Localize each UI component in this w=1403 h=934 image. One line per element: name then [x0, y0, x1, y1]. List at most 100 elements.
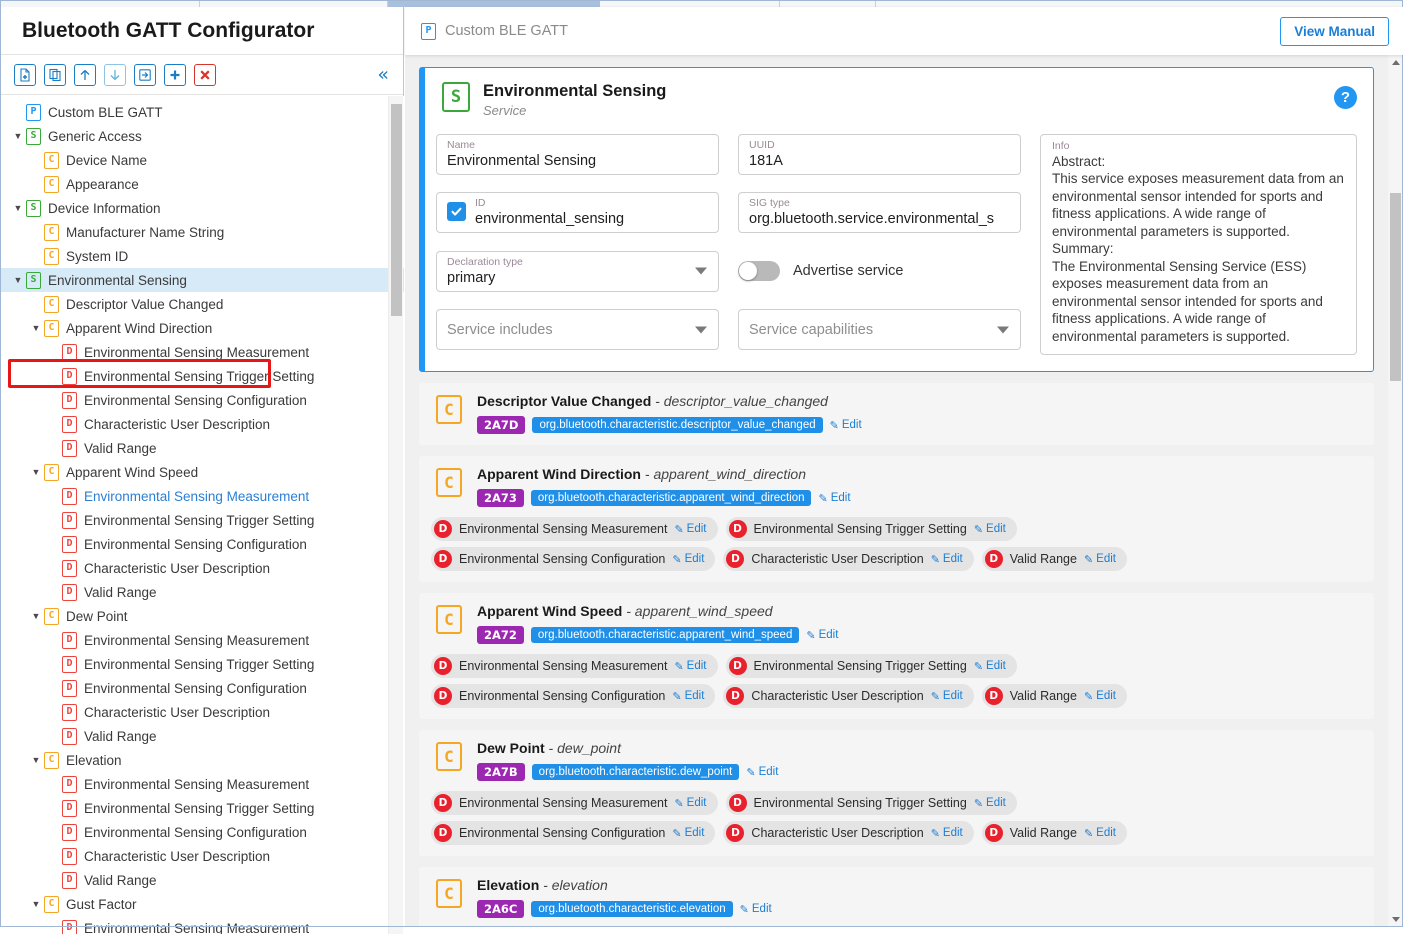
- chevron-down-icon[interactable]: ▼: [28, 608, 44, 624]
- descriptor-edit-link[interactable]: ✎Edit: [674, 660, 706, 673]
- tree-item[interactable]: ▼DEnvironmental Sensing Configuration: [0, 676, 404, 700]
- descriptor-chip[interactable]: DValid Range✎Edit: [982, 547, 1127, 571]
- tree-item[interactable]: ▼DCharacteristic User Description: [0, 700, 404, 724]
- descriptor-chip[interactable]: DEnvironmental Sensing Configuration✎Edi…: [431, 547, 715, 571]
- descriptor-edit-link[interactable]: ✎Edit: [931, 690, 963, 703]
- add-button[interactable]: [164, 64, 186, 86]
- tree-item[interactable]: ▼CDew Point: [0, 604, 404, 628]
- tree-item[interactable]: ▼SGeneric Access: [0, 124, 404, 148]
- tree-item[interactable]: ▼DEnvironmental Sensing Configuration: [0, 532, 404, 556]
- descriptor-chip[interactable]: DEnvironmental Sensing Measurement✎Edit: [431, 517, 718, 541]
- descriptor-edit-link[interactable]: ✎Edit: [672, 827, 704, 840]
- id-checkbox[interactable]: [447, 202, 466, 221]
- tree-item[interactable]: ▼PCustom BLE GATT: [0, 100, 404, 124]
- sig-type-field[interactable]: SIG type org.bluetooth.service.environme…: [738, 192, 1021, 233]
- tree-item[interactable]: ▼DEnvironmental Sensing Measurement: [0, 772, 404, 796]
- tree-item[interactable]: ▼CAppearance: [0, 172, 404, 196]
- descriptor-edit-link[interactable]: ✎Edit: [1084, 827, 1116, 840]
- tree-item[interactable]: ▼DValid Range: [0, 724, 404, 748]
- descriptor-edit-link[interactable]: ✎Edit: [1084, 690, 1116, 703]
- uuid-field[interactable]: UUID 181A: [738, 134, 1021, 175]
- view-manual-button[interactable]: View Manual: [1280, 17, 1389, 46]
- descriptor-chip[interactable]: DEnvironmental Sensing Configuration✎Edi…: [431, 684, 715, 708]
- advertise-service-toggle[interactable]: [738, 261, 780, 281]
- tree-item[interactable]: ▼DEnvironmental Sensing Trigger Setting: [0, 796, 404, 820]
- tree-item[interactable]: ▼CSystem ID: [0, 244, 404, 268]
- chevron-down-icon[interactable]: ▼: [28, 896, 44, 912]
- gatt-tree[interactable]: ▼PCustom BLE GATT▼SGeneric Access▼CDevic…: [0, 96, 404, 934]
- chevron-down-icon[interactable]: ▼: [28, 464, 44, 480]
- delete-button[interactable]: [194, 64, 216, 86]
- tree-item[interactable]: ▼DCharacteristic User Description: [0, 844, 404, 868]
- tree-item[interactable]: ▼DEnvironmental Sensing Measurement: [0, 916, 404, 934]
- descriptor-chip[interactable]: DCharacteristic User Description✎Edit: [723, 547, 973, 571]
- tree-item[interactable]: ▼DCharacteristic User Description: [0, 412, 404, 436]
- descriptor-chip[interactable]: DEnvironmental Sensing Measurement✎Edit: [431, 654, 718, 678]
- tree-item[interactable]: ▼DEnvironmental Sensing Trigger Setting: [0, 652, 404, 676]
- tree-item[interactable]: ▼CApparent Wind Direction: [0, 316, 404, 340]
- descriptor-edit-link[interactable]: ✎Edit: [974, 660, 1006, 673]
- declaration-type-select[interactable]: Declaration type primary: [436, 251, 719, 292]
- chevron-down-icon[interactable]: ▼: [10, 128, 26, 144]
- tree-item[interactable]: ▼DEnvironmental Sensing Configuration: [0, 820, 404, 844]
- descriptor-edit-link[interactable]: ✎Edit: [674, 523, 706, 536]
- descriptor-chip[interactable]: DCharacteristic User Description✎Edit: [723, 821, 973, 845]
- tree-item[interactable]: ▼CApparent Wind Speed: [0, 460, 404, 484]
- descriptor-chip[interactable]: DCharacteristic User Description✎Edit: [723, 684, 973, 708]
- tree-item[interactable]: ▼DEnvironmental Sensing Trigger Setting: [0, 364, 404, 388]
- tree-item[interactable]: ▼DCharacteristic User Description: [0, 556, 404, 580]
- id-field[interactable]: ID environmental_sensing: [436, 192, 719, 233]
- move-down-button[interactable]: [104, 64, 126, 86]
- characteristic-edit-link[interactable]: ✎Edit: [746, 766, 778, 779]
- chevron-down-icon[interactable]: ▼: [28, 320, 44, 336]
- descriptor-edit-link[interactable]: ✎Edit: [672, 553, 704, 566]
- tree-item[interactable]: ▼CElevation: [0, 748, 404, 772]
- tree-item[interactable]: ▼CDevice Name: [0, 148, 404, 172]
- descriptor-edit-link[interactable]: ✎Edit: [672, 690, 704, 703]
- tree-scrollbar-thumb[interactable]: [391, 104, 402, 316]
- tree-item[interactable]: ▼DEnvironmental Sensing Trigger Setting: [0, 508, 404, 532]
- copy-button[interactable]: [44, 64, 66, 86]
- tree-item[interactable]: ▼CManufacturer Name String: [0, 220, 404, 244]
- descriptor-edit-link[interactable]: ✎Edit: [931, 553, 963, 566]
- descriptor-chip[interactable]: DEnvironmental Sensing Trigger Setting✎E…: [726, 791, 1017, 815]
- tree-item[interactable]: ▼DValid Range: [0, 868, 404, 892]
- scroll-down-arrow-icon[interactable]: [1388, 912, 1403, 927]
- characteristic-edit-link[interactable]: ✎Edit: [818, 492, 850, 505]
- tree-scrollbar[interactable]: [388, 96, 403, 934]
- descriptor-edit-link[interactable]: ✎Edit: [674, 797, 706, 810]
- main-scrollbar[interactable]: [1388, 55, 1403, 927]
- descriptor-chip[interactable]: DEnvironmental Sensing Trigger Setting✎E…: [726, 517, 1017, 541]
- service-includes-select[interactable]: Service includes: [436, 309, 719, 350]
- descriptor-edit-link[interactable]: ✎Edit: [931, 827, 963, 840]
- tree-item[interactable]: ▼DValid Range: [0, 580, 404, 604]
- descriptor-chip[interactable]: DEnvironmental Sensing Measurement✎Edit: [431, 791, 718, 815]
- chevron-down-icon[interactable]: ▼: [10, 200, 26, 216]
- tree-item[interactable]: ▼DEnvironmental Sensing Configuration: [0, 388, 404, 412]
- descriptor-edit-link[interactable]: ✎Edit: [974, 523, 1006, 536]
- characteristic-edit-link[interactable]: ✎Edit: [830, 419, 862, 432]
- service-capabilities-select[interactable]: Service capabilities: [738, 309, 1021, 350]
- tree-item[interactable]: ▼SDevice Information: [0, 196, 404, 220]
- descriptor-chip[interactable]: DEnvironmental Sensing Configuration✎Edi…: [431, 821, 715, 845]
- characteristic-edit-link[interactable]: ✎Edit: [740, 903, 772, 916]
- help-icon[interactable]: ?: [1334, 86, 1357, 109]
- tree-item[interactable]: ▼SEnvironmental Sensing: [0, 268, 404, 292]
- collapse-panel-button[interactable]: «: [377, 65, 389, 84]
- chevron-down-icon[interactable]: ▼: [10, 272, 26, 288]
- chevron-down-icon[interactable]: ▼: [28, 752, 44, 768]
- descriptor-chip[interactable]: DEnvironmental Sensing Trigger Setting✎E…: [726, 654, 1017, 678]
- tree-item[interactable]: ▼CDescriptor Value Changed: [0, 292, 404, 316]
- scroll-up-arrow-icon[interactable]: [1388, 55, 1403, 70]
- tree-item[interactable]: ▼DEnvironmental Sensing Measurement: [0, 340, 404, 364]
- move-up-button[interactable]: [74, 64, 96, 86]
- characteristic-edit-link[interactable]: ✎Edit: [806, 629, 838, 642]
- descriptor-chip[interactable]: DValid Range✎Edit: [982, 684, 1127, 708]
- tree-item[interactable]: ▼DEnvironmental Sensing Measurement: [0, 628, 404, 652]
- new-file-button[interactable]: [14, 64, 36, 86]
- tree-item[interactable]: ▼DValid Range: [0, 436, 404, 460]
- name-field[interactable]: Name Environmental Sensing: [436, 134, 719, 175]
- import-button[interactable]: [134, 64, 156, 86]
- tree-item[interactable]: ▼CGust Factor: [0, 892, 404, 916]
- tree-item[interactable]: ▼DEnvironmental Sensing Measurement: [0, 484, 404, 508]
